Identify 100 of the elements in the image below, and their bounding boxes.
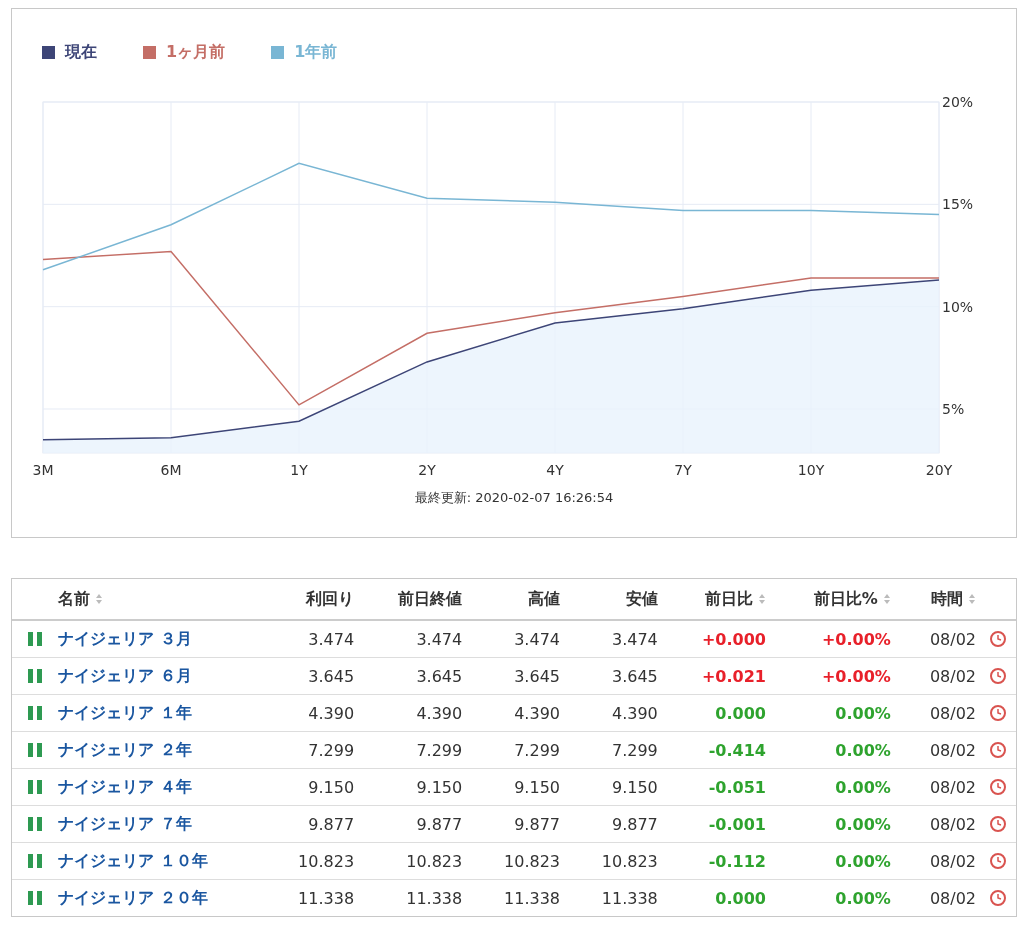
clock-icon [990,742,1006,758]
time-cell: 08/02 [900,694,986,732]
change-cell: +0.000 [667,620,776,658]
time-cell: 08/02 [900,620,986,658]
table-cell: 3.645 [364,657,473,695]
table-cell: 10.823 [472,842,570,880]
table-cell: 10.823 [570,842,668,880]
flag-icon [28,854,42,868]
column-header[interactable]: 前日比 [667,579,776,620]
change-cell: 0.000 [667,694,776,732]
last-updated: 最終更新: 2020-02-07 16:26:54 [413,489,615,507]
change-cell: -0.414 [667,731,776,769]
table-cell: 7.299 [570,731,668,769]
axis-label: 20% [942,94,974,110]
axis-label: 7Y [674,462,692,478]
table-cell: 4.390 [266,694,365,732]
change-percent-cell: 0.00% [775,879,901,916]
change-percent-cell: +0.00% [775,620,901,658]
table-cell: 10.823 [266,842,365,880]
clock-icon [990,705,1006,721]
column-header: 前日終値 [364,579,473,620]
axis-label: 2Y [418,462,436,478]
table-cell: 11.338 [266,879,365,916]
axis-label: 5% [942,401,965,417]
bond-link[interactable]: ナイジェリア ２０年 [58,887,208,907]
change-cell: -0.051 [667,768,776,806]
table-cell: 11.338 [570,879,668,916]
change-cell: +0.021 [667,657,776,695]
axis-label: 6M [160,462,182,478]
table-cell: 4.390 [472,694,570,732]
clock-icon [990,816,1006,832]
change-percent-cell: 0.00% [775,842,901,880]
table-cell: 3.474 [472,620,570,658]
change-cell: -0.001 [667,805,776,843]
table-cell: 4.390 [570,694,668,732]
column-header[interactable]: 名前 [48,579,267,620]
clock-icon [990,779,1006,795]
table-cell: 7.299 [472,731,570,769]
column-header: 利回り [266,579,365,620]
table-cell: 4.390 [364,694,473,732]
axis-label: 20Y [925,462,953,478]
change-cell: 0.000 [667,879,776,916]
time-cell: 08/02 [900,657,986,695]
time-cell: 08/02 [900,805,986,843]
table-cell: 3.474 [266,620,365,658]
change-cell: -0.112 [667,842,776,880]
table-cell: 11.338 [472,879,570,916]
legend-label[interactable]: 1ヶ月前 [166,41,226,63]
bond-link[interactable]: ナイジェリア ２年 [58,739,192,759]
axis-label: 15% [942,196,974,213]
bond-link[interactable]: ナイジェリア １年 [58,702,192,722]
bond-link[interactable]: ナイジェリア ６月 [58,665,192,685]
table-cell: 9.877 [570,805,668,843]
column-header: 高値 [472,579,570,620]
table-cell: 7.299 [266,731,365,769]
change-percent-cell: +0.00% [775,657,901,695]
time-cell: 08/02 [900,842,986,880]
flag-icon [28,706,42,720]
table-cell: 3.474 [364,620,473,658]
table-cell: 7.299 [364,731,473,769]
clock-icon [990,668,1006,684]
table-cell: 3.645 [570,657,668,695]
column-header[interactable]: 前日比% [775,579,901,620]
table-cell: 9.150 [570,768,668,806]
flag-icon [28,817,42,831]
change-percent-cell: 0.00% [775,731,901,769]
table-cell: 9.150 [364,768,473,806]
axis-label: 1Y [290,462,308,478]
change-percent-cell: 0.00% [775,805,901,843]
clock-icon [990,631,1006,647]
axis-label: 3M [32,462,54,478]
bond-link[interactable]: ナイジェリア ３月 [58,628,192,648]
axis-label: 4Y [546,462,564,478]
flag-icon [28,780,42,794]
table-cell: 9.877 [364,805,473,843]
axis-label: 10Y [797,462,825,478]
column-header: 安値 [570,579,668,620]
column-header[interactable]: 時間 [900,579,986,620]
table-cell: 3.645 [472,657,570,695]
flag-icon [28,669,42,683]
time-cell: 08/02 [900,879,986,916]
table-cell: 11.338 [364,879,473,916]
bond-link[interactable]: ナイジェリア ４年 [58,776,192,796]
bond-link[interactable]: ナイジェリア ７年 [58,813,192,833]
axis-label: 10% [942,298,974,315]
table-cell: 9.877 [472,805,570,843]
clock-icon [990,853,1006,869]
flag-icon [28,891,42,905]
time-cell: 08/02 [900,768,986,806]
change-percent-cell: 0.00% [775,694,901,732]
table-cell: 3.645 [266,657,365,695]
table-cell: 3.474 [570,620,668,658]
flag-icon [28,743,42,757]
table-cell: 10.823 [364,842,473,880]
change-percent-cell: 0.00% [775,768,901,806]
table-cell: 9.150 [266,768,365,806]
table-cell: 9.877 [266,805,365,843]
table-cell: 9.150 [472,768,570,806]
legend-label[interactable]: 現在 [65,41,97,63]
bond-link[interactable]: ナイジェリア １０年 [58,850,208,870]
